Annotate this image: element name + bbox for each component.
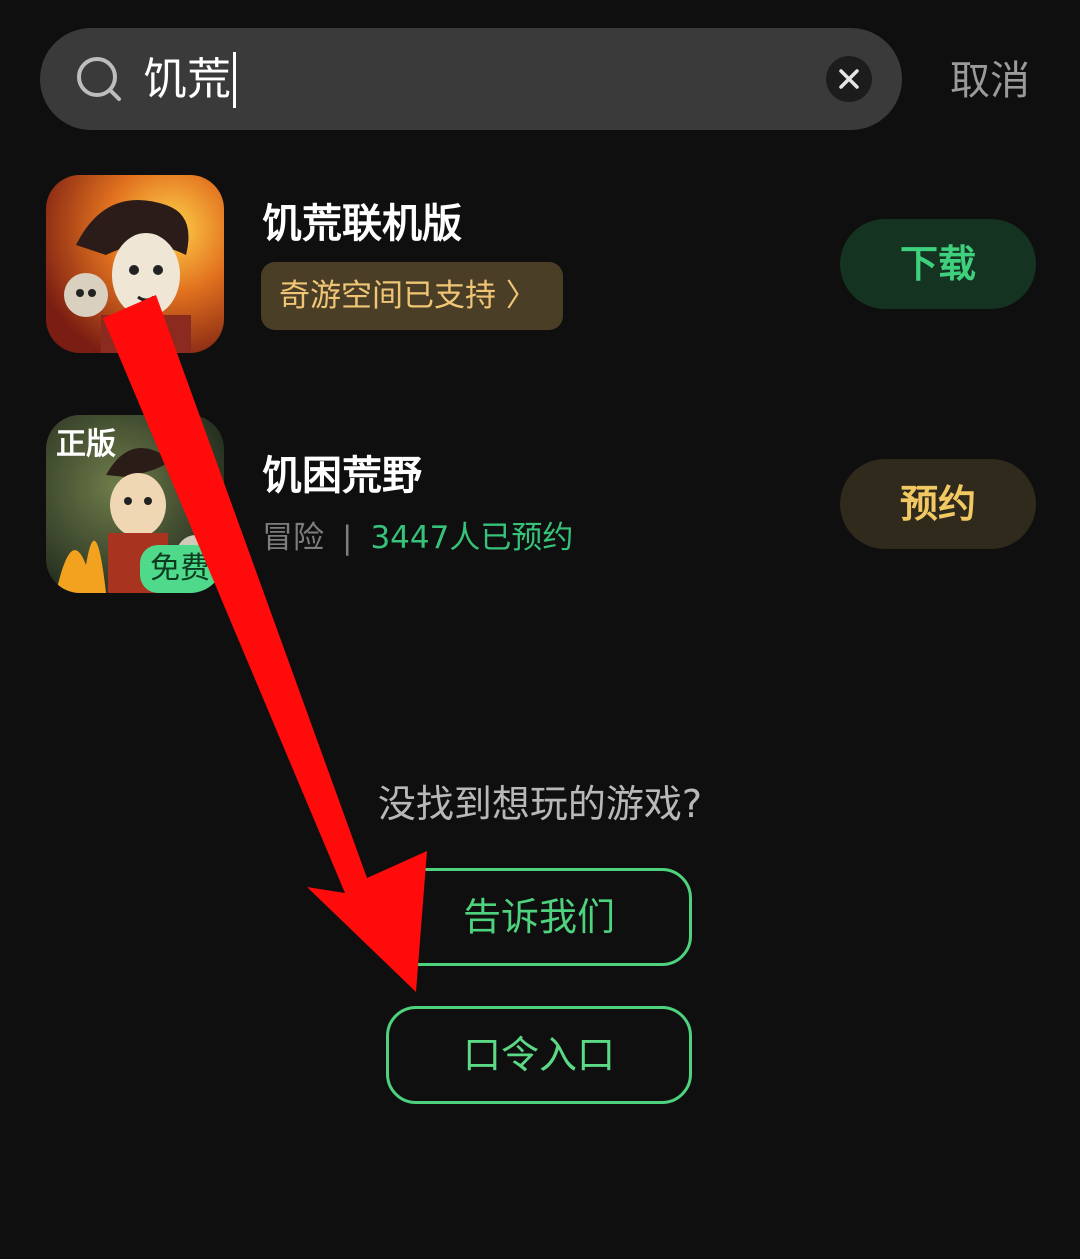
not-found-prompt: 没找到想玩的游戏?	[377, 782, 703, 826]
code-entry-button[interactable]: 口令入口	[386, 1006, 692, 1104]
close-icon	[839, 69, 859, 89]
search-icon	[77, 57, 121, 101]
download-button[interactable]: 下载	[840, 219, 1036, 309]
game-title[interactable]: 饥荒联机版	[262, 198, 462, 250]
meta-separator: |	[342, 520, 353, 556]
search-input[interactable]: 饥荒	[143, 52, 236, 108]
cancel-button[interactable]: 取消	[950, 56, 1030, 106]
reservation-count: 3447人已预约	[370, 520, 574, 556]
tell-us-button[interactable]: 告诉我们	[386, 868, 692, 966]
official-tag: 正版	[56, 427, 116, 462]
reserve-button[interactable]: 预约	[840, 459, 1036, 549]
free-tag: 免费	[150, 551, 210, 586]
support-badge[interactable]: 奇游空间已支持 〉	[261, 262, 563, 330]
game-icon-dont-starve-together[interactable]	[46, 175, 224, 353]
category-label: 冒险	[262, 520, 324, 556]
game-meta: 冒险 | 3447人已预约	[262, 516, 573, 560]
game-title[interactable]: 饥困荒野	[262, 450, 422, 502]
game-icon-hungry-wilds[interactable]: 正版 免费	[46, 415, 224, 593]
clear-search-button[interactable]	[826, 56, 872, 102]
